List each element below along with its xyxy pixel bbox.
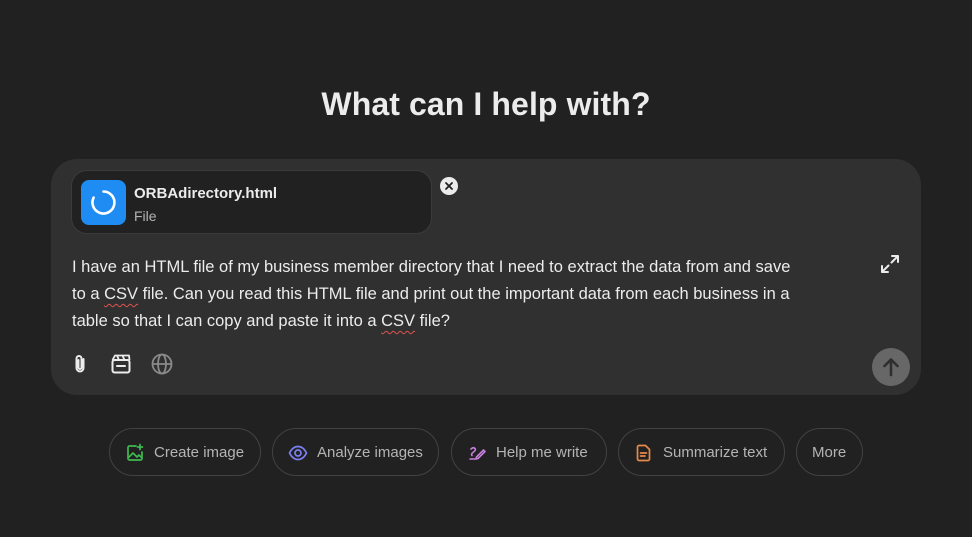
composer: ORBAdirectory.html File I have an HTML f… (51, 159, 921, 395)
prompt-text-misspelled: CSV (104, 285, 139, 303)
summarize-text-button[interactable]: Summarize text (618, 428, 785, 476)
help-me-write-label: Help me write (496, 444, 588, 461)
more-label: More (812, 444, 847, 461)
more-button[interactable]: More (796, 428, 863, 476)
pen-icon (469, 447, 486, 460)
remove-attachment-button[interactable] (440, 177, 458, 195)
attachment-file-type: File (134, 208, 157, 224)
file-html-icon (81, 180, 126, 225)
document-icon (636, 444, 651, 462)
close-icon (445, 182, 453, 190)
prompt-input[interactable]: I have an HTML file of my business membe… (72, 254, 872, 335)
arrow-up-icon (883, 358, 899, 377)
video-icon[interactable] (109, 352, 133, 376)
help-me-write-button[interactable]: Help me write (451, 428, 607, 476)
image-plus-icon (127, 443, 144, 461)
analyze-images-button[interactable]: Analyze images (272, 428, 439, 476)
create-image-label: Create image (154, 444, 245, 461)
prompt-text-misspelled: CSV (381, 312, 416, 330)
attach-icon[interactable] (68, 352, 92, 376)
create-image-button[interactable]: Create image (109, 428, 261, 476)
page-title: What can I help with? (321, 86, 651, 122)
summarize-text-label: Summarize text (663, 444, 768, 461)
expand-icon[interactable] (878, 252, 902, 276)
eye-icon (288, 445, 308, 461)
chat-home: What can I help with? ORBAdirectory.html… (0, 0, 972, 537)
globe-icon[interactable] (150, 352, 174, 376)
analyze-images-label: Analyze images (317, 444, 423, 461)
prompt-text-part: file? (415, 312, 450, 330)
attachment-file-name: ORBAdirectory.html (134, 185, 278, 202)
send-button[interactable] (872, 348, 910, 386)
attachment-chip[interactable]: ORBAdirectory.html File (71, 170, 458, 234)
